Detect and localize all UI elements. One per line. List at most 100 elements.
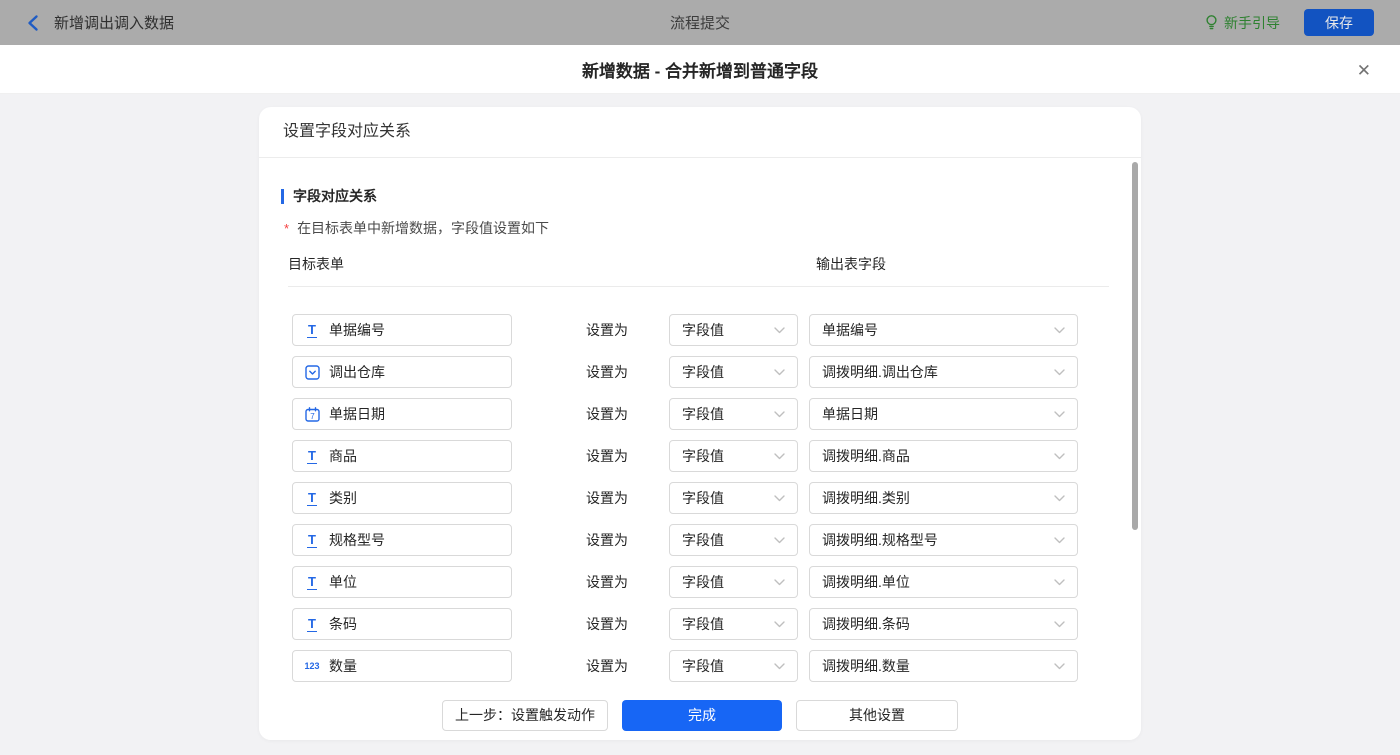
text-field-icon: T — [307, 617, 317, 632]
svg-text:7: 7 — [310, 412, 315, 421]
source-field-label: 条码 — [329, 614, 357, 634]
field-mapping-row: T 7 123 单据日期 设置为 字段值 单据日期 — [292, 398, 1141, 430]
output-field-select[interactable]: 调拨明细.调出仓库 — [809, 356, 1078, 388]
source-field-input[interactable]: T 7 123 商品 — [292, 440, 512, 472]
mapping-note-text: 在目标表单中新增数据，字段值设置如下 — [297, 218, 549, 238]
modal-header: 新增数据 - 合并新增到普通字段 ✕ — [0, 45, 1400, 94]
modal-title: 新增数据 - 合并新增到普通字段 — [582, 57, 818, 82]
mapping-note: * 在目标表单中新增数据，字段值设置如下 — [284, 218, 1141, 238]
output-field-select[interactable]: 调拨明细.商品 — [809, 440, 1078, 472]
chevron-left-icon — [26, 14, 40, 32]
section-accent-bar — [281, 189, 284, 204]
source-field-input[interactable]: T 7 123 单据编号 — [292, 314, 512, 346]
text-field-icon: T — [307, 491, 317, 506]
output-select-value: 单据日期 — [822, 404, 1048, 424]
source-field-label: 单位 — [329, 572, 357, 592]
source-field-input[interactable]: T 7 123 调出仓库 — [292, 356, 512, 388]
text-field-icon: T — [307, 575, 317, 590]
chevron-down-icon — [774, 621, 785, 628]
method-select[interactable]: 字段值 — [669, 356, 798, 388]
method-select[interactable]: 字段值 — [669, 566, 798, 598]
method-select-value: 字段值 — [682, 656, 768, 676]
method-select-value: 字段值 — [682, 404, 768, 424]
source-field-label: 单据日期 — [329, 404, 385, 424]
field-type-icon: T 7 123 — [303, 533, 321, 548]
beginner-guide-link[interactable]: 新手引导 — [1204, 13, 1280, 33]
chevron-down-icon — [1054, 579, 1065, 586]
chevron-down-icon — [1054, 327, 1065, 334]
back-button[interactable] — [26, 14, 40, 32]
output-field-select[interactable]: 单据日期 — [809, 398, 1078, 430]
section-title-label: 字段对应关系 — [293, 186, 377, 206]
chevron-down-icon — [1054, 537, 1065, 544]
field-mapping-row: T 7 123 条码 设置为 字段值 调拨明细.条码 — [292, 608, 1141, 640]
chevron-down-icon — [774, 579, 785, 586]
chevron-down-icon — [774, 495, 785, 502]
date-field-icon: 7 — [305, 407, 320, 422]
chevron-down-icon — [1054, 369, 1065, 376]
number-field-icon: 123 — [304, 661, 319, 671]
required-asterisk: * — [284, 221, 289, 236]
method-select-value: 字段值 — [682, 488, 768, 508]
chevron-down-icon — [774, 663, 785, 670]
output-field-select[interactable]: 调拨明细.类别 — [809, 482, 1078, 514]
method-select-value: 字段值 — [682, 614, 768, 634]
output-field-select[interactable]: 单据编号 — [809, 314, 1078, 346]
output-select-value: 调拨明细.商品 — [822, 446, 1048, 466]
set-as-label: 设置为 — [586, 488, 628, 508]
method-select[interactable]: 字段值 — [669, 398, 798, 430]
source-field-input[interactable]: T 7 123 单位 — [292, 566, 512, 598]
field-mapping-row: T 7 123 调出仓库 设置为 字段值 调拨明细.调出仓库 — [292, 356, 1141, 388]
method-select[interactable]: 字段值 — [669, 440, 798, 472]
modal-body: 设置字段对应关系 字段对应关系 * 在目标表单中新增数据，字段值设置如下 目标表… — [0, 94, 1400, 755]
close-icon[interactable]: ✕ — [1353, 58, 1375, 83]
other-settings-button[interactable]: 其他设置 — [796, 700, 958, 731]
source-field-input[interactable]: T 7 123 规格型号 — [292, 524, 512, 556]
set-as-label: 设置为 — [586, 530, 628, 550]
source-field-label: 商品 — [329, 446, 357, 466]
source-field-input[interactable]: T 7 123 类别 — [292, 482, 512, 514]
field-type-icon: T 7 123 — [303, 491, 321, 506]
set-as-label: 设置为 — [586, 656, 628, 676]
source-field-input[interactable]: T 7 123 数量 — [292, 650, 512, 682]
method-select[interactable]: 字段值 — [669, 482, 798, 514]
text-field-icon: T — [307, 449, 317, 464]
chevron-down-icon — [1054, 453, 1065, 460]
save-button[interactable]: 保存 — [1304, 9, 1374, 36]
done-button[interactable]: 完成 — [622, 700, 782, 731]
text-field-icon: T — [307, 323, 317, 338]
chevron-down-icon — [774, 369, 785, 376]
field-type-icon: T 7 123 — [303, 449, 321, 464]
field-mapping-row: T 7 123 类别 设置为 字段值 调拨明细.类别 — [292, 482, 1141, 514]
method-select[interactable]: 字段值 — [669, 650, 798, 682]
method-select[interactable]: 字段值 — [669, 608, 798, 640]
output-field-select[interactable]: 调拨明细.条码 — [809, 608, 1078, 640]
select-field-icon — [305, 365, 320, 380]
chevron-down-icon — [1054, 621, 1065, 628]
method-select[interactable]: 字段值 — [669, 314, 798, 346]
output-field-select[interactable]: 调拨明细.数量 — [809, 650, 1078, 682]
field-mapping-row: T 7 123 数量 设置为 字段值 调拨明细.数量 — [292, 650, 1141, 682]
source-field-label: 规格型号 — [329, 530, 385, 550]
method-select[interactable]: 字段值 — [669, 524, 798, 556]
section-title: 字段对应关系 — [281, 186, 1141, 206]
set-as-label: 设置为 — [586, 572, 628, 592]
output-select-value: 单据编号 — [822, 320, 1048, 340]
output-select-value: 调拨明细.类别 — [822, 488, 1048, 508]
previous-step-button[interactable]: 上一步：设置触发动作 — [442, 700, 608, 731]
vertical-scrollbar-thumb[interactable] — [1132, 162, 1138, 530]
source-field-input[interactable]: T 7 123 单据日期 — [292, 398, 512, 430]
mapping-scroll-area: 字段对应关系 * 在目标表单中新增数据，字段值设置如下 目标表单 输出表字段 T — [259, 158, 1141, 690]
method-select-value: 字段值 — [682, 530, 768, 550]
output-select-value: 调拨明细.数量 — [822, 656, 1048, 676]
page-title: 新增调出调入数据 — [54, 12, 174, 33]
field-mapping-card: 设置字段对应关系 字段对应关系 * 在目标表单中新增数据，字段值设置如下 目标表… — [259, 107, 1141, 740]
chevron-down-icon — [1054, 411, 1065, 418]
output-field-select[interactable]: 调拨明细.规格型号 — [809, 524, 1078, 556]
output-field-select[interactable]: 调拨明细.单位 — [809, 566, 1078, 598]
set-as-label: 设置为 — [586, 446, 628, 466]
center-title: 流程提交 — [0, 12, 1400, 33]
source-field-input[interactable]: T 7 123 条码 — [292, 608, 512, 640]
set-as-label: 设置为 — [586, 404, 628, 424]
chevron-down-icon — [774, 411, 785, 418]
